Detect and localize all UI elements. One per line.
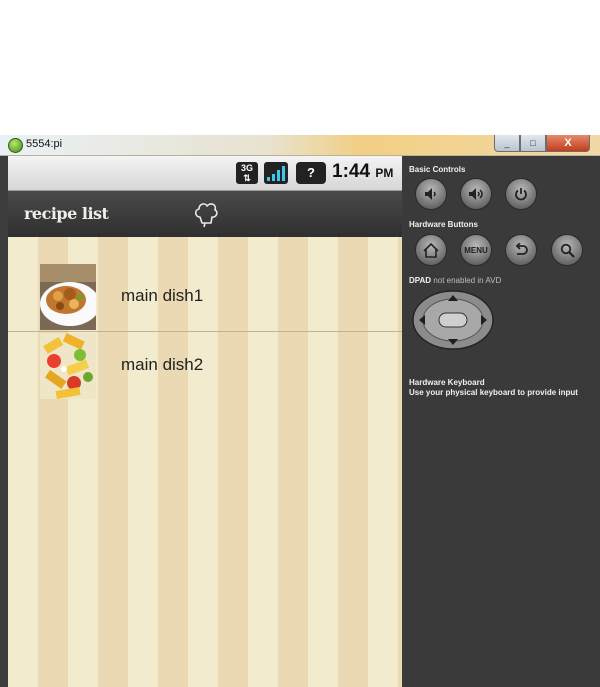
dpad-status: DPAD not enabled in AVD <box>409 276 501 285</box>
dpad-note: not enabled in AVD <box>433 276 502 285</box>
android-screen: 3G ⇅ ? 1:44 PM recipe list main dish1 ma… <box>8 156 402 687</box>
emulator-window: 5554:pi _ □ X 3G⇅ ? 1:44 PM recipe list <box>0 135 600 687</box>
hardware-keyboard-info: Hardware Keyboard Use your physical keyb… <box>409 378 578 398</box>
hardware-buttons-heading: Hardware Buttons <box>409 220 478 229</box>
android-app-icon <box>8 138 23 153</box>
status-bar: 3G ⇅ ? 1:44 PM <box>8 156 402 191</box>
signal-strength-icon <box>264 162 288 184</box>
power-icon[interactable] <box>505 178 537 210</box>
volume-down-icon[interactable] <box>415 178 447 210</box>
dpad-label: DPAD <box>409 276 432 285</box>
network-3g-icon: 3G ⇅ <box>236 162 258 184</box>
basic-controls-heading: Basic Controls <box>409 165 466 174</box>
search-icon[interactable] <box>551 234 583 266</box>
window-title: 5554:pi <box>26 138 63 150</box>
status-ampm: PM <box>375 166 394 180</box>
network-label: 3G <box>240 163 253 173</box>
status-clock: 1:44 <box>332 161 371 182</box>
recipe-name: main dish1 <box>121 286 204 305</box>
close-button[interactable]: X <box>546 135 590 152</box>
status-time: 1:44 PM <box>332 161 393 183</box>
keyboard-note: Use your physical keyboard to provide in… <box>409 388 578 397</box>
recipe-list: main dish1 main dish2 <box>8 237 402 687</box>
volume-up-icon[interactable] <box>460 178 492 210</box>
recipe-thumbnail <box>40 333 96 399</box>
app-title: recipe list <box>24 204 109 223</box>
keyboard-heading: Hardware Keyboard <box>409 378 485 387</box>
emulator-controls-panel: Basic Controls Hardware Buttons MENU DPA… <box>403 156 600 687</box>
home-icon[interactable] <box>415 234 447 266</box>
window-controls: _ □ X <box>494 135 590 152</box>
battery-unknown-icon: ? <box>296 162 326 184</box>
recipe-thumbnail <box>40 264 96 330</box>
maximize-button[interactable]: □ <box>520 135 546 152</box>
chef-hat-icon[interactable] <box>193 200 219 228</box>
dpad-control[interactable] <box>411 289 495 351</box>
data-arrows-icon: ⇅ <box>243 173 251 183</box>
action-bar: recipe list <box>8 191 402 237</box>
back-icon[interactable] <box>505 234 537 266</box>
minimize-button[interactable]: _ <box>494 135 520 152</box>
menu-button[interactable]: MENU <box>460 234 492 266</box>
list-item[interactable]: main dish1 <box>8 262 402 330</box>
list-item[interactable]: main dish2 <box>8 331 402 399</box>
window-titlebar: 5554:pi _ □ X <box>0 135 600 156</box>
recipe-name: main dish2 <box>121 355 204 374</box>
